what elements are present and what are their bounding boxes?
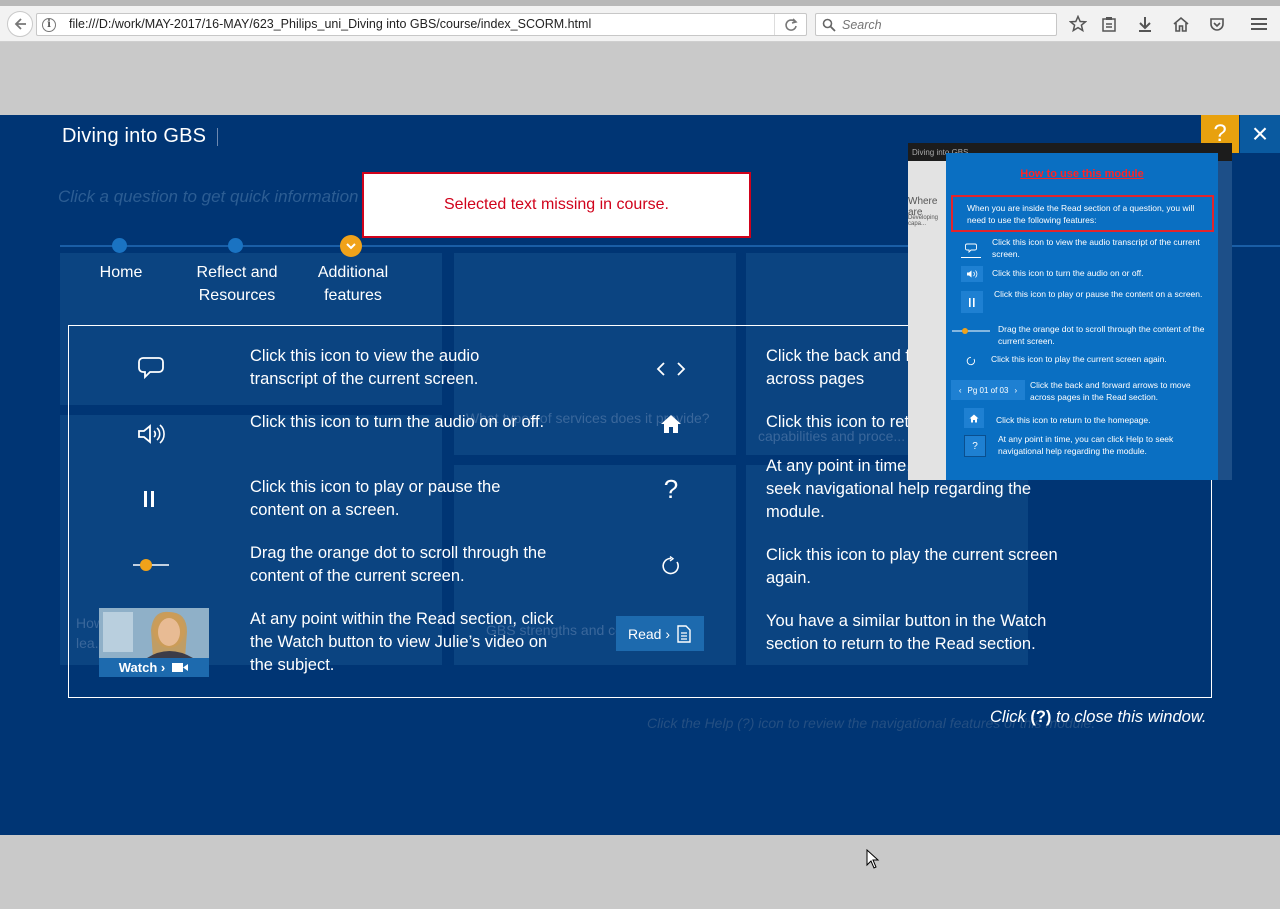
preview-row-text: Click this icon to return to the homepag… [996,415,1151,425]
help-preview-image: Diving into GBS Where are Developing cap… [908,143,1232,480]
preview-right-strip [1218,161,1232,480]
downloads-button[interactable] [1133,12,1157,36]
preview-row-text: Click this icon to view the audio transc… [992,237,1200,259]
back-forward-arrows-icon [651,358,691,380]
nav-item-home[interactable]: Home [80,261,162,284]
close-hint-symbol: (?) [1030,708,1052,726]
preview-row-text: At any point in time, you can click Help… [998,434,1174,456]
replay-icon [964,354,978,368]
download-icon [1139,17,1151,32]
nav-item-additional-features[interactable]: Additional features [302,261,404,307]
pause-icon [139,488,159,510]
pocket-icon [1210,18,1224,31]
close-button[interactable]: × [1240,115,1280,153]
page-margin-top [0,43,1280,115]
preview-left-strip: Where are Developing capa... [908,161,946,480]
help-text-read: You have a similar button in the Watch s… [766,612,1047,653]
preview-row-text: Click this icon to play or pause the con… [994,289,1203,299]
nav-label-line: Resources [198,287,276,304]
title-divider [217,128,218,146]
preview-heading: How to use this module [1020,168,1144,180]
mouse-cursor-icon [866,849,880,869]
home-button[interactable] [1169,12,1193,36]
transcript-icon [135,354,167,382]
home-icon [659,412,683,436]
help-text-transcript: Click this icon to view the audio transc… [250,347,480,388]
preview-row-text: Click the back and forward arrows to mov… [1030,380,1191,402]
speaker-icon [135,420,167,448]
nav-item-reflect-and-resources[interactable]: Reflect and Resources [182,261,292,307]
home-icon [964,408,984,428]
reload-icon [784,17,798,31]
preview-highlight-box: When you are inside the Read section of … [951,195,1214,232]
search-icon [822,18,836,32]
close-hint-prefix: Click [990,708,1031,726]
read-label: Read › [627,625,671,642]
nav-label-line: Home [99,264,143,281]
presenter-thumbnail [99,608,209,658]
help-text-scrubber: Drag the orange dot to scroll through th… [250,544,547,585]
video-camera-icon [172,663,189,672]
close-hint: Click (?) to close this window. [990,708,1206,727]
nav-label-line: Additional [317,264,389,281]
preview-intro: When you are inside the Read section of … [967,203,1195,225]
nav-dot-reflect[interactable] [228,238,243,253]
error-message: Selected text missing in course. [444,196,669,213]
preview-row-text: Drag the orange dot to scroll through th… [998,324,1205,346]
preview-row-text: Click this icon to turn the audio on or … [992,268,1144,278]
watch-label: Watch › [118,660,166,675]
chevron-down-icon [346,243,356,250]
house-icon [1173,16,1189,32]
chevron-left-icon: ‹ [958,385,962,395]
back-button[interactable] [7,11,33,37]
clipboard-icon [1102,17,1116,32]
url-bar[interactable]: i file:///D:/work/MAY-2017/16-MAY/623_Ph… [36,13,807,36]
hamburger-icon [1251,18,1267,30]
close-hint-suffix: to close this window. [1051,708,1207,726]
replay-icon [660,555,682,577]
preview-left-text: Developing capa... [908,215,939,227]
course-title: Diving into GBS [62,125,207,147]
document-icon [677,624,691,643]
help-text-replay: Click this icon to play the current scre… [766,546,1058,587]
background-prompt: Click a question to get quick informatio… [58,187,359,206]
error-message-box: Selected text missing in course. [362,172,751,238]
page-margin-bottom [0,835,1280,909]
pause-icon [961,291,983,313]
menu-button[interactable] [1247,12,1271,36]
preview-help-card: How to use this module When you are insi… [946,153,1218,480]
url-text[interactable]: file:///D:/work/MAY-2017/16-MAY/623_Phil… [69,17,591,31]
info-icon[interactable]: i [42,18,56,32]
question-mark-icon: ? [964,435,986,457]
preview-page-nav: ‹ Pg 01 of 03 › [951,380,1025,400]
reading-list-button[interactable] [1097,12,1121,36]
pocket-button[interactable] [1205,12,1229,36]
watch-button[interactable]: Watch › [99,608,209,677]
preview-row-text: Click this icon to play the current scre… [991,354,1167,364]
star-icon [1069,15,1087,33]
search-input[interactable] [842,15,1042,34]
chevron-right-icon: › [1014,385,1018,395]
watch-bar: Watch › [99,658,209,677]
question-mark-icon: ? [663,473,679,504]
help-text-watch: At any point within the Read section, cl… [250,610,554,674]
read-button[interactable]: Read › [616,616,704,651]
transcript-icon [961,238,981,258]
nav-label-line: features [324,287,382,304]
bookmark-star-button[interactable] [1066,12,1090,36]
search-bar[interactable] [815,13,1057,36]
nav-label-line: Reflect and [196,264,278,281]
nav-dot-additional-features[interactable] [340,235,362,257]
speaker-icon [961,266,983,282]
scrubber-icon [951,326,991,336]
nav-dot-home[interactable] [112,238,127,253]
scrubber-icon [131,554,171,576]
help-text-pause: Click this icon to play or pause the con… [250,478,501,519]
preview-page-indicator: Pg 01 of 03 [967,385,1009,395]
reload-button[interactable] [774,14,806,35]
help-text-audio: Click this icon to turn the audio on or … [250,413,545,431]
browser-toolbar: i file:///D:/work/MAY-2017/16-MAY/623_Ph… [0,6,1280,42]
arrow-left-icon [14,18,26,30]
